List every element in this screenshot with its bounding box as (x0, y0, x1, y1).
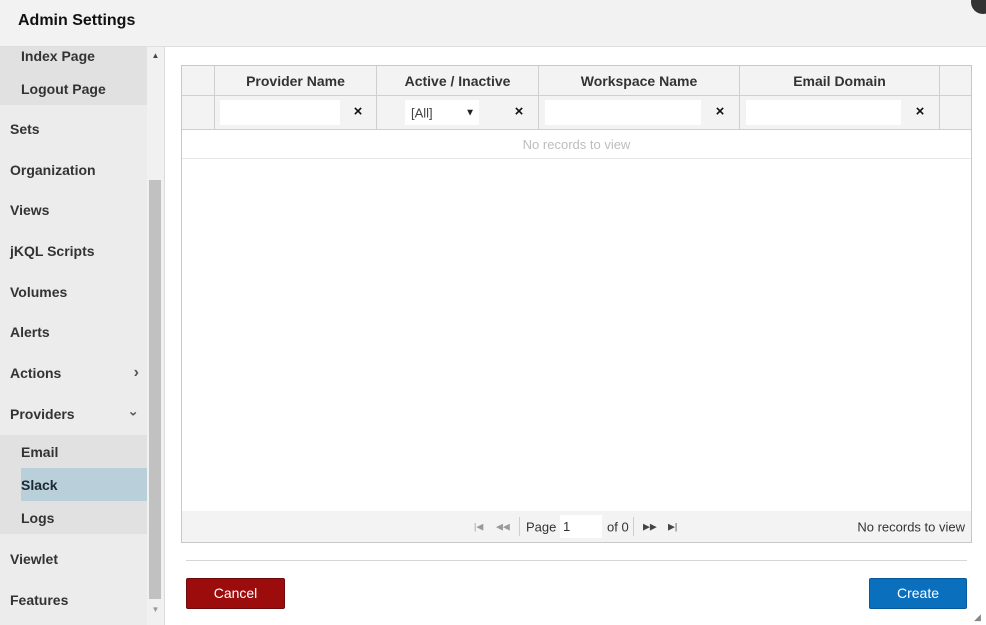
column-header-active-inactive[interactable]: Active / Inactive (377, 66, 539, 96)
grid-header-select (182, 66, 215, 96)
sidebar-item-label: Sets (10, 121, 40, 137)
sidebar-item-label: jKQL Scripts (10, 243, 95, 259)
active-inactive-filter-select[interactable]: [All] ▼ (405, 100, 479, 125)
sidebar-item-features[interactable]: Features (0, 580, 147, 620)
sidebar-item-logs[interactable]: Logs (0, 501, 147, 534)
scroll-up-arrow-icon[interactable]: ▲ (147, 49, 164, 63)
sidebar-item-slack[interactable]: Slack (0, 468, 147, 501)
sidebar-item-label: Email (21, 443, 59, 460)
close-icon[interactable] (971, 0, 986, 14)
grid-header-row: Provider Name Active / Inactive Workspac… (182, 66, 971, 96)
sidebar-item-views[interactable]: Views (0, 190, 147, 230)
sidebar-item-email[interactable]: Email (0, 435, 147, 468)
provider-name-filter-input[interactable] (220, 100, 340, 125)
grid-filter-row: × [All] ▼ × × × (182, 96, 971, 130)
footer-divider (186, 560, 967, 561)
sidebar-item-label: Logout Page (21, 80, 106, 97)
email-domain-filter-input[interactable] (746, 100, 901, 125)
chevron-right-icon: › (133, 364, 139, 381)
sidebar-item-label: Alerts (10, 324, 50, 340)
cancel-button[interactable]: Cancel (186, 578, 285, 609)
sidebar-list: Index Page Logout Page Sets Organization… (0, 47, 147, 625)
prev-page-icon[interactable]: ◀◀ (496, 521, 510, 532)
clear-icon[interactable]: × (712, 104, 728, 120)
page-label: Page (526, 519, 557, 534)
sidebar-item-jkql-scripts[interactable]: jKQL Scripts (0, 231, 147, 271)
grid-pager: |◀ ◀◀ Page of 0 ▶▶ ▶| No records to view (182, 511, 971, 542)
sidebar-item-label: Viewlet (10, 551, 58, 567)
sidebar-item-label: Actions (10, 365, 62, 381)
page-number-input[interactable] (560, 515, 602, 538)
dialog-title: Admin Settings (18, 12, 136, 29)
page-count: of 0 (607, 519, 629, 534)
sidebar-item-volumes[interactable]: Volumes (0, 272, 147, 312)
scroll-thumb[interactable] (149, 180, 161, 599)
sidebar-item-label: Features (10, 592, 69, 608)
sidebar-item-providers[interactable]: Providers ⌄ (0, 394, 147, 434)
sidebar-item-label: Providers (10, 406, 75, 422)
clear-icon[interactable]: × (511, 104, 527, 120)
column-header-email-domain[interactable]: Email Domain (740, 66, 940, 96)
providers-grid: Provider Name Active / Inactive Workspac… (181, 65, 972, 543)
scroll-down-arrow-icon[interactable]: ▼ (147, 603, 164, 617)
sidebar-item-index-page[interactable]: Index Page (0, 47, 147, 72)
filter-cell-active-inactive: [All] ▼ × (377, 96, 539, 129)
column-header-provider-name[interactable]: Provider Name (215, 66, 377, 96)
clear-icon[interactable]: × (350, 104, 366, 120)
sidebar-item-label: Organization (10, 162, 96, 178)
filter-cell-select (182, 96, 215, 129)
sidebar-item-alerts[interactable]: Alerts (0, 312, 147, 352)
records-count-text: No records to view (857, 519, 965, 534)
chevron-down-icon: ⌄ (127, 402, 139, 419)
sidebar-item-label: Views (10, 202, 50, 218)
sidebar-item-viewlet[interactable]: Viewlet (0, 539, 147, 579)
empty-grid-message: No records to view (182, 130, 971, 159)
workspace-name-filter-input[interactable] (545, 100, 701, 125)
sidebar-item-sets[interactable]: Sets (0, 109, 147, 149)
next-page-icon[interactable]: ▶▶ (643, 521, 657, 532)
sidebar: Index Page Logout Page Sets Organization… (0, 47, 165, 625)
clear-icon[interactable]: × (912, 104, 928, 120)
create-button[interactable]: Create (869, 578, 967, 609)
pager-separator (633, 517, 634, 536)
first-page-icon[interactable]: |◀ (474, 521, 483, 532)
sidebar-item-label: Index Page (21, 47, 95, 64)
sidebar-item-actions[interactable]: Actions › (0, 353, 147, 393)
sidebar-item-label: Slack (21, 476, 58, 493)
sidebar-item-label: Logs (21, 509, 55, 526)
filter-cell-provider-name: × (215, 96, 377, 129)
sidebar-item-logout-page[interactable]: Logout Page (0, 72, 147, 105)
sidebar-scrollbar[interactable]: ▲ ▼ (147, 47, 164, 625)
filter-cell-workspace-name: × (539, 96, 740, 129)
chevron-down-icon: ▼ (465, 107, 475, 118)
sidebar-item-organization[interactable]: Organization (0, 150, 147, 190)
dialog-header: Admin Settings (0, 0, 986, 47)
select-value: [All] (411, 105, 433, 120)
column-header-workspace-name[interactable]: Workspace Name (539, 66, 740, 96)
filter-cell-email-domain: × (740, 96, 940, 129)
resize-handle-icon[interactable]: ◢ (974, 612, 984, 622)
pager-separator (519, 517, 520, 536)
grid-header-spacer (940, 66, 971, 96)
last-page-icon[interactable]: ▶| (668, 521, 677, 532)
sidebar-item-label: Volumes (10, 284, 68, 300)
